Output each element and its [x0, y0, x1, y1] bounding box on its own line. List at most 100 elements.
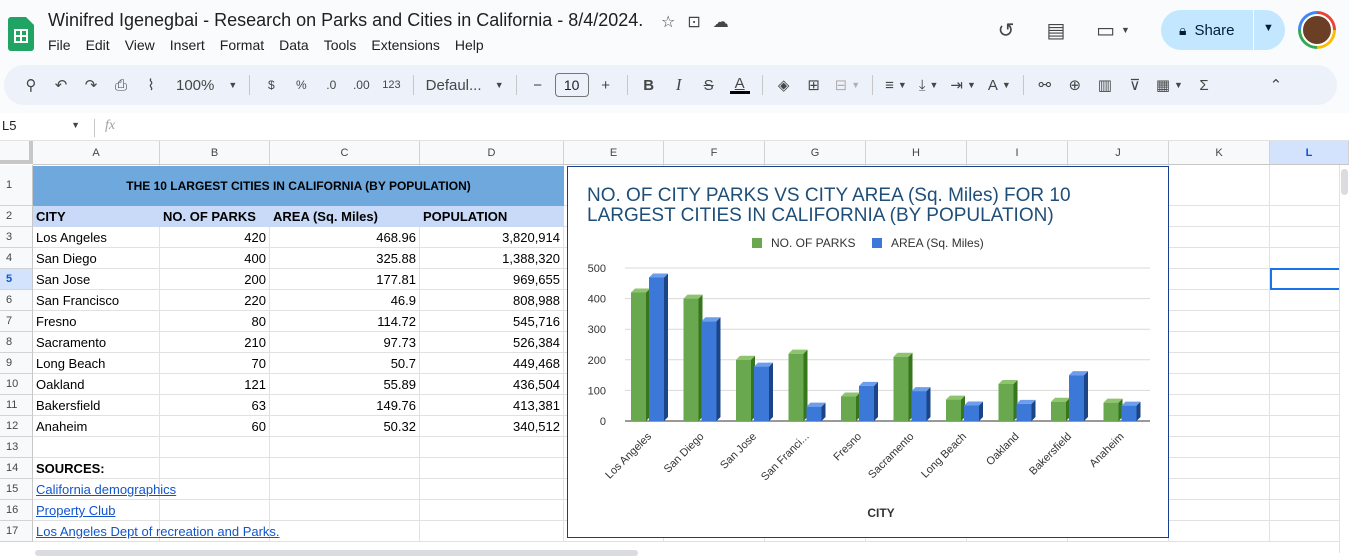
source-link[interactable]: Property Club [33, 500, 433, 521]
row-header-7[interactable]: 7 [0, 311, 33, 332]
column-header-l[interactable]: L [1270, 141, 1349, 165]
redo-icon[interactable]: ↷ [78, 71, 104, 99]
table-cell[interactable]: 46.9 [270, 290, 419, 311]
table-cell[interactable]: 60 [160, 416, 269, 437]
comment-icon[interactable]: ▤ [1040, 14, 1072, 46]
table-cell[interactable]: Oakland [33, 374, 159, 395]
menu-data[interactable]: Data [279, 37, 309, 53]
row-header-17[interactable]: 17 [0, 521, 33, 542]
text-color-button[interactable]: A [726, 71, 754, 99]
italic-button[interactable]: I [666, 71, 692, 99]
insert-comment-icon[interactable]: ⊕ [1062, 71, 1088, 99]
column-title-3[interactable]: AREA (Sq. Miles) [270, 206, 420, 227]
table-cell[interactable]: 449,468 [420, 353, 563, 374]
row-header-15[interactable]: 15 [0, 479, 33, 500]
menu-tools[interactable]: Tools [324, 37, 357, 53]
menu-edit[interactable]: Edit [86, 37, 110, 53]
row-header-14[interactable]: 14 [0, 458, 33, 479]
row-header-13[interactable]: 13 [0, 437, 33, 458]
row-header-16[interactable]: 16 [0, 500, 33, 521]
column-header-a[interactable]: A [33, 141, 160, 165]
decrease-decimal-button[interactable]: .0 [318, 71, 344, 99]
table-cell[interactable]: 413,381 [420, 395, 563, 416]
name-box[interactable]: L5 ▼ [0, 118, 86, 133]
table-title[interactable]: THE 10 LARGEST CITIES IN CALIFORNIA (BY … [33, 166, 564, 206]
insert-link-icon[interactable]: ⚯ [1032, 71, 1058, 99]
spreadsheet-grid[interactable]: A B C D E F G H I J K L 1 2 3 4 5 6 7 8 9 10 11 12 13 14 15 16 17 CIT… [0, 141, 1349, 556]
row-header-10[interactable]: 10 [0, 374, 33, 395]
table-cell[interactable]: Los Angeles [33, 227, 159, 248]
percent-button[interactable]: % [288, 71, 314, 99]
number-format-button[interactable]: 123 [378, 71, 404, 99]
text-wrapping-icon[interactable]: ⇥ ▼ [946, 71, 980, 99]
search-icon[interactable]: ⚲ [18, 71, 44, 99]
table-cell[interactable]: Sacramento [33, 332, 159, 353]
menu-view[interactable]: View [125, 37, 155, 53]
table-cell[interactable]: 436,504 [420, 374, 563, 395]
row-header-5[interactable]: 5 [0, 269, 33, 290]
table-cell[interactable]: 55.89 [270, 374, 419, 395]
table-cell[interactable]: Anaheim [33, 416, 159, 437]
font-size-increase-button[interactable]: + [593, 71, 619, 99]
table-cell[interactable]: 526,384 [420, 332, 563, 353]
table-cell[interactable]: San Diego [33, 248, 159, 269]
table-cell[interactable]: Fresno [33, 311, 159, 332]
row-header-6[interactable]: 6 [0, 290, 33, 311]
filter-icon[interactable]: ⊽ [1122, 71, 1148, 99]
table-cell[interactable]: 50.7 [270, 353, 419, 374]
currency-button[interactable]: $ [258, 71, 284, 99]
table-cell[interactable]: 808,988 [420, 290, 563, 311]
share-dropdown-icon[interactable]: ▼ [1263, 22, 1274, 34]
table-cell[interactable]: San Jose [33, 269, 159, 290]
column-header-e[interactable]: E [564, 141, 664, 165]
table-cell[interactable]: Bakersfield [33, 395, 159, 416]
table-cell[interactable]: 177.81 [270, 269, 419, 290]
selected-cell[interactable] [1270, 268, 1349, 290]
history-icon[interactable]: ↺ [990, 14, 1022, 46]
undo-icon[interactable]: ↶ [48, 71, 74, 99]
merge-cells-icon[interactable]: ⊟ ▼ [831, 71, 865, 99]
column-title-2[interactable]: NO. OF PARKS [160, 206, 270, 227]
row-header-12[interactable]: 12 [0, 416, 33, 437]
row-header-1[interactable]: 1 [0, 165, 33, 206]
table-cell[interactable]: 210 [160, 332, 269, 353]
table-cell[interactable]: 149.76 [270, 395, 419, 416]
menu-insert[interactable]: Insert [170, 37, 205, 53]
column-header-d[interactable]: D [420, 141, 564, 165]
table-cell[interactable]: 97.73 [270, 332, 419, 353]
column-header-g[interactable]: G [765, 141, 866, 165]
column-header-i[interactable]: I [967, 141, 1068, 165]
table-cell[interactable]: 400 [160, 248, 269, 269]
row-header-9[interactable]: 9 [0, 353, 33, 374]
table-cell[interactable]: 969,655 [420, 269, 563, 290]
table-cell[interactable]: 63 [160, 395, 269, 416]
zoom-select[interactable]: 100% ▼ [172, 71, 241, 99]
horizontal-align-icon[interactable]: ≡ ▼ [881, 71, 911, 99]
borders-icon[interactable]: ⊞ [801, 71, 827, 99]
table-cell[interactable]: 340,512 [420, 416, 563, 437]
cloud-icon[interactable]: ☁ [713, 12, 729, 32]
print-icon[interactable]: ⎙ [108, 71, 134, 99]
table-cell[interactable]: 220 [160, 290, 269, 311]
meet-icon[interactable]: ▭ ▼ [1090, 14, 1136, 46]
insert-chart-icon[interactable]: ▥ [1092, 71, 1118, 99]
column-header-j[interactable]: J [1068, 141, 1169, 165]
row-header-3[interactable]: 3 [0, 227, 33, 248]
functions-icon[interactable]: Σ [1191, 71, 1217, 99]
horizontal-scrollbar[interactable] [33, 549, 1339, 556]
table-cell[interactable]: 1,388,320 [420, 248, 563, 269]
vertical-align-icon[interactable]: ⤓ ▼ [915, 71, 943, 99]
sources-label[interactable]: SOURCES: [33, 458, 233, 479]
font-select[interactable]: Defaul... ▼ [422, 71, 508, 99]
menu-extensions[interactable]: Extensions [371, 37, 439, 53]
table-cell[interactable]: 3,820,914 [420, 227, 563, 248]
table-cell[interactable]: 70 [160, 353, 269, 374]
column-header-c[interactable]: C [270, 141, 420, 165]
font-size-decrease-button[interactable]: − [525, 71, 551, 99]
vertical-scrollbar[interactable] [1339, 165, 1349, 553]
table-cell[interactable]: 200 [160, 269, 269, 290]
source-link[interactable]: Los Angeles Dept of recreation and Parks… [33, 521, 433, 542]
table-cell[interactable]: 121 [160, 374, 269, 395]
menu-format[interactable]: Format [220, 37, 264, 53]
table-cell[interactable]: 420 [160, 227, 269, 248]
